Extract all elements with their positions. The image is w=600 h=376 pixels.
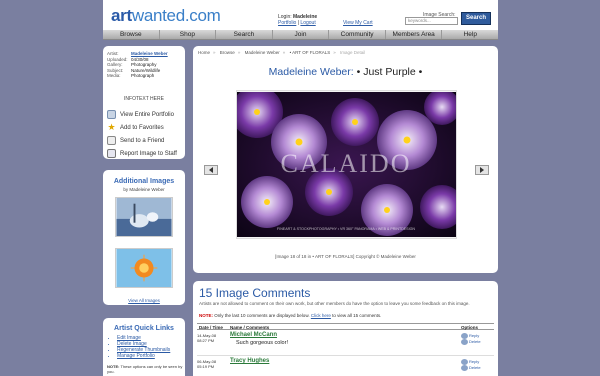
view-cart-link[interactable]: View My Cart bbox=[343, 20, 373, 26]
additional-images-by: by Madeleine Weber bbox=[123, 187, 165, 192]
detail-label: Media: bbox=[107, 73, 121, 78]
quick-links-title: Artist Quick Links bbox=[114, 325, 174, 332]
site-logo[interactable]: artwanted.com bbox=[111, 6, 221, 26]
additional-thumb-2[interactable] bbox=[115, 248, 173, 288]
comments-note: NOTE: Only the last 10 comments are disp… bbox=[199, 313, 382, 318]
view-portfolio-action[interactable]: View Entire Portfolio bbox=[107, 110, 174, 119]
image-detail-panel: Home» Browse» Madeleine Weber» • ART OF … bbox=[193, 46, 498, 273]
logout-link[interactable]: Logout bbox=[300, 20, 315, 26]
report-icon bbox=[107, 149, 116, 158]
nav-members-area[interactable]: Members Area bbox=[386, 30, 443, 39]
comment-date: 06-May-08 05:19 PM bbox=[197, 359, 217, 369]
breadcrumb-current: Image Detail bbox=[340, 50, 366, 55]
image-details: Artist: Madeleine Weber Uploaded: 04/30/08… bbox=[107, 51, 168, 79]
delete-button[interactable]: Delete bbox=[461, 365, 481, 371]
image-caption: [Image 18 of 18 in • ART OF FLORALS] Cop… bbox=[275, 254, 416, 259]
image-info-panel: Artist: Madeleine Weber Uploaded: 04/30/08… bbox=[103, 46, 185, 159]
previous-image-button[interactable] bbox=[204, 165, 218, 175]
nav-help[interactable]: Help bbox=[442, 30, 498, 39]
additional-thumb-1[interactable] bbox=[115, 197, 173, 237]
star-icon: ★ bbox=[107, 122, 116, 132]
site-header: artwanted.com Login: Madeleine Portfolio… bbox=[103, 0, 498, 30]
comment-text: Such gorgeous color! bbox=[236, 340, 288, 346]
search-button[interactable]: Search bbox=[461, 12, 491, 25]
artwork-image[interactable]: CALAIDO FINEART & STOCKPHOTOGRAPHY • VR … bbox=[237, 92, 456, 237]
comments-description: Artists are not allowed to comment on th… bbox=[199, 301, 470, 306]
next-image-button[interactable] bbox=[475, 165, 489, 175]
nav-browse[interactable]: Browse bbox=[103, 30, 160, 39]
comment-date: 14-May-08 08:27 PM bbox=[197, 333, 217, 343]
arrow-left-icon bbox=[209, 167, 213, 173]
title-work: • Just Purple • bbox=[356, 66, 423, 78]
login-info: Login: Madeleine Portfolio | Logout bbox=[278, 14, 318, 26]
nav-search[interactable]: Search bbox=[216, 30, 273, 39]
breadcrumb-browse[interactable]: Browse bbox=[220, 50, 235, 55]
portfolio-icon bbox=[107, 110, 116, 119]
breadcrumb: Home» Browse» Madeleine Weber» • ART OF … bbox=[198, 50, 366, 55]
comment-options: Reply Delete bbox=[461, 359, 481, 371]
comments-panel: 15 Image Comments Artists are not allowe… bbox=[193, 281, 498, 376]
title-artist[interactable]: Madeleine Weber: bbox=[269, 66, 354, 78]
manage-portfolio-link[interactable]: Manage Portfolio bbox=[117, 353, 170, 359]
comment-author-link[interactable]: Tracy Hughes bbox=[230, 358, 269, 364]
search-input[interactable]: keywords... bbox=[405, 17, 458, 25]
report-image-action[interactable]: Report Image to Staff bbox=[107, 149, 177, 158]
arrow-right-icon bbox=[480, 167, 484, 173]
comment-author-link[interactable]: Michael McCann bbox=[230, 332, 277, 338]
breadcrumb-artist[interactable]: Madeleine Weber bbox=[245, 50, 280, 55]
comment-row: 06-May-08 05:19 PM Tracy Hughes Reply Del… bbox=[197, 357, 494, 376]
additional-images-title: Additional Images bbox=[113, 178, 175, 185]
detail-value: Photograph bbox=[131, 73, 155, 78]
view-all-comments-link[interactable]: Click here bbox=[311, 313, 331, 318]
infotext: INFOTEXT HERE bbox=[124, 96, 164, 102]
quick-links-note: NOTE: These options can only be seen by … bbox=[107, 364, 183, 374]
nav-shop[interactable]: Shop bbox=[160, 30, 217, 39]
header-options: Options bbox=[461, 324, 478, 330]
envelope-icon bbox=[107, 136, 116, 145]
additional-images-panel: Additional Images by Madeleine Weber Vie… bbox=[103, 170, 185, 305]
delete-icon bbox=[461, 365, 468, 371]
breadcrumb-gallery[interactable]: • ART OF FLORALS bbox=[290, 50, 331, 55]
delete-button[interactable]: Delete bbox=[461, 339, 481, 345]
comment-row: 14-May-08 08:27 PM Michael McCann Such go… bbox=[197, 331, 494, 356]
artwork-watermark-small: FINEART & STOCKPHOTOGRAPHY • VR 360° PAN… bbox=[277, 227, 415, 231]
comments-table-header: Date / Time Name / Comments Options bbox=[197, 323, 494, 330]
main-nav: Browse Shop Search Join Community Member… bbox=[103, 30, 498, 40]
header-date: Date / Time bbox=[199, 324, 223, 330]
quick-links-list: Edit Image Delete Image Regenerate Thumb… bbox=[113, 335, 170, 359]
portfolio-link[interactable]: Portfolio bbox=[278, 20, 296, 26]
artwork-watermark: CALAIDO bbox=[281, 149, 412, 178]
add-favorites-action[interactable]: ★ Add to Favorites bbox=[107, 122, 163, 132]
nav-join[interactable]: Join bbox=[273, 30, 330, 39]
comments-title: 15 Image Comments bbox=[199, 286, 311, 300]
breadcrumb-home[interactable]: Home bbox=[198, 50, 210, 55]
comment-options: Reply Delete bbox=[461, 333, 481, 345]
send-friend-action[interactable]: Send to a Friend bbox=[107, 136, 164, 145]
page-title: Madeleine Weber: • Just Purple • bbox=[193, 66, 498, 78]
delete-icon bbox=[461, 339, 468, 345]
view-all-images-link[interactable]: View All Images bbox=[103, 298, 185, 303]
header-name: Name / Comments bbox=[230, 324, 270, 330]
nav-community[interactable]: Community bbox=[329, 30, 386, 39]
page-wrapper: artwanted.com Login: Madeleine Portfolio… bbox=[103, 0, 498, 376]
artist-quick-links-panel: Artist Quick Links Edit Image Delete Ima… bbox=[103, 318, 185, 376]
